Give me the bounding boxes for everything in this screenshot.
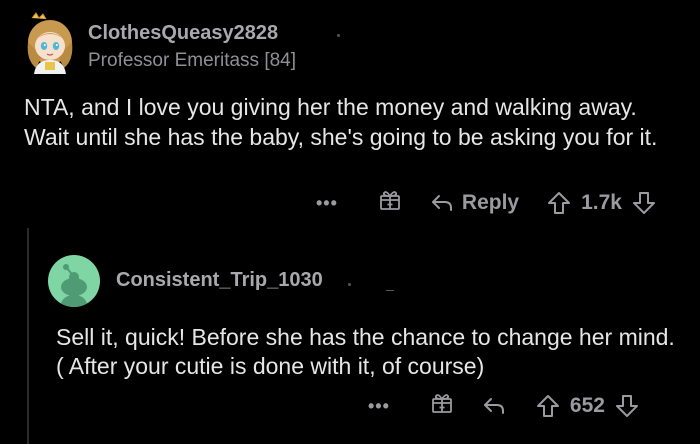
more-options-button[interactable]: •••	[368, 396, 390, 417]
thread-line[interactable]	[27, 228, 29, 444]
reply-label: Reply	[461, 191, 520, 214]
reply-arrow-icon	[483, 398, 504, 414]
vote-controls: 652	[536, 394, 639, 418]
vote-controls: 1.7k	[547, 191, 656, 215]
comment-body: Sell it, quick! Before she has the chanc…	[56, 324, 675, 379]
award-button[interactable]	[430, 391, 454, 421]
award-button[interactable]	[378, 188, 402, 218]
upvote-arrow-icon[interactable]	[547, 191, 571, 215]
separator-dot	[337, 34, 340, 37]
user-flair: Professor Emeritass [84]	[88, 50, 297, 71]
avatar[interactable]	[22, 12, 78, 74]
downvote-arrow-icon[interactable]	[632, 191, 656, 215]
gift-icon	[380, 191, 400, 210]
separator-dot	[348, 283, 351, 286]
more-options-button[interactable]: •••	[316, 193, 338, 214]
comment-author[interactable]: ClothesQueasy2828	[88, 22, 278, 45]
vote-count: 1.7k	[581, 191, 622, 214]
comment-author[interactable]: Consistent_Trip_1030	[116, 269, 323, 292]
reply-button[interactable]	[482, 394, 506, 418]
avatar[interactable]	[48, 255, 100, 307]
downvote-arrow-icon[interactable]	[615, 394, 639, 418]
gift-icon	[432, 394, 452, 413]
comment-actions: ••• 652	[368, 389, 639, 423]
vote-count: 652	[569, 394, 605, 417]
reply-arrow-icon	[431, 195, 452, 211]
upvote-arrow-icon[interactable]	[536, 394, 560, 418]
comment-actions: ••• Reply 1.7k	[316, 186, 656, 220]
separator-dash	[386, 290, 394, 291]
comment-body: NTA, and I love you giving her the money…	[24, 94, 658, 150]
reply-button[interactable]: Reply	[430, 191, 519, 215]
